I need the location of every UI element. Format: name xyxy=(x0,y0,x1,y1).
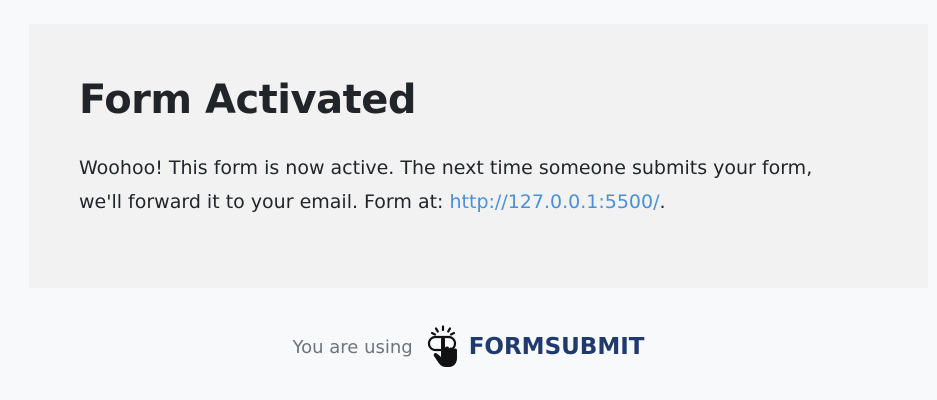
formsubmit-brand-link[interactable]: FORMSUBMIT xyxy=(427,325,645,369)
footer: You are using FORMSUBMIT xyxy=(0,322,937,372)
activation-message-end: . xyxy=(659,191,666,213)
footer-using-text: You are using xyxy=(292,336,413,358)
pointer-hand-icon xyxy=(427,325,467,369)
page: Form Activated Woohoo! This form is now … xyxy=(0,0,937,400)
page-title: Form Activated xyxy=(79,77,416,123)
brand-name: FORMSUBMIT xyxy=(468,334,645,360)
activation-message-text: Woohoo! This form is now active. The nex… xyxy=(79,157,813,213)
activation-message: Woohoo! This form is now active. The nex… xyxy=(79,151,859,219)
form-url-link[interactable]: http://127.0.0.1:5500/ xyxy=(450,191,660,213)
form-activated-card: Form Activated Woohoo! This form is now … xyxy=(29,24,928,288)
